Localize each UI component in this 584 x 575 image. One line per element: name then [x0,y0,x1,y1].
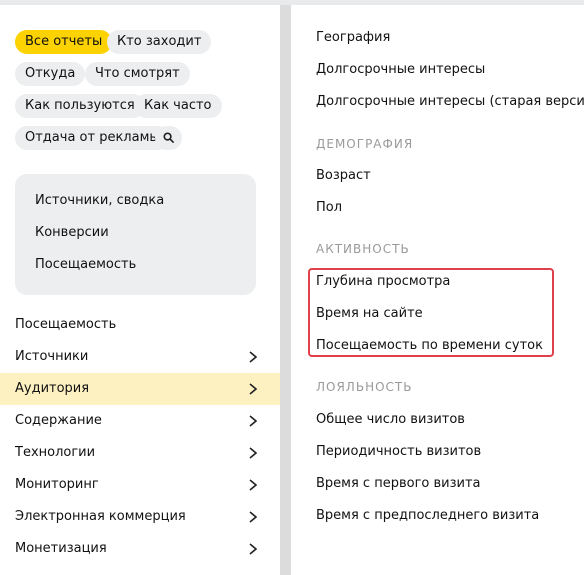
chip-from-where[interactable]: Откуда [15,62,86,86]
nav-item-label: Электронная коммерция [15,509,186,524]
nav-item-monitoring[interactable]: Мониторинг [0,469,280,501]
nav-item-label: Мониторинг [15,477,99,492]
section-heading-demography: ДЕМОГРАФИЯ [316,137,414,151]
report-link-age[interactable]: Возраст [316,168,371,183]
section-heading-activity: АКТИВНОСТЬ [316,242,410,256]
chip-who-visits[interactable]: Кто заходит [107,30,212,54]
panel-divider [280,5,291,575]
summary-item-traffic[interactable]: Посещаемость [35,257,136,272]
nav-item-label: Источники [15,349,89,364]
summary-item-conversions[interactable]: Конверсии [35,225,109,240]
chip-search-button[interactable] [155,126,182,150]
nav-item-sources[interactable]: Источники [0,341,280,373]
report-link-view-depth[interactable]: Глубина просмотра [316,274,450,289]
nav-item-label: Посещаемость [15,317,117,332]
chevron-right-icon [249,511,258,523]
nav-item-audience[interactable]: Аудитория [0,373,280,405]
reports-sidebar: Все отчеты Кто заходит Откуда Что смотря… [0,5,280,575]
nav-item-label: Технологии [15,445,96,460]
nav-item-traffic[interactable]: Посещаемость [0,309,280,341]
report-link-total-visits[interactable]: Общее число визитов [316,412,465,427]
chip-all-reports[interactable]: Все отчеты [15,30,113,54]
nav-item-monetization[interactable]: Монетизация [0,533,280,565]
nav-item-ecommerce[interactable]: Электронная коммерция [0,501,280,533]
nav-item-label: Аудитория [15,381,90,396]
search-icon [163,132,174,143]
chip-what-they-watch[interactable]: Что смотрят [85,62,190,86]
section-heading-loyalty: ЛОЯЛЬНОСТЬ [316,380,413,394]
chip-ad-return[interactable]: Отдача от рекламы [15,126,170,150]
nav-item-content[interactable]: Содержание [0,405,280,437]
nav-item-label: Содержание [15,413,102,428]
chevron-right-icon [249,415,258,427]
chevron-right-icon [249,351,258,363]
report-link-gender[interactable]: Пол [316,200,342,215]
nav-item-technologies[interactable]: Технологии [0,437,280,469]
chip-how-they-use[interactable]: Как пользуются [15,94,145,118]
summary-box: Источники, сводка Конверсии Посещаемость [15,174,256,295]
chevron-right-icon [249,447,258,459]
chip-how-often[interactable]: Как часто [134,94,222,118]
chevron-right-icon [249,479,258,491]
report-link-long-term-interests-old[interactable]: Долгосрочные интересы (старая версия) [316,94,584,109]
report-link-time-since-first-visit[interactable]: Время с первого визита [316,476,481,491]
report-link-visit-periodicity[interactable]: Периодичность визитов [316,444,481,459]
report-link-long-term-interests[interactable]: Долгосрочные интересы [316,62,485,77]
audience-reports-panel: География Долгосрочные интересы Долгосро… [291,5,584,575]
chevron-right-icon [249,543,258,555]
summary-item-sources[interactable]: Источники, сводка [35,193,164,208]
report-link-time-on-site[interactable]: Время на сайте [316,306,423,321]
nav-item-label: Монетизация [15,541,107,556]
chevron-right-icon [249,383,258,395]
report-link-traffic-by-time-of-day[interactable]: Посещаемость по времени суток [316,338,543,353]
report-link-geography[interactable]: География [316,30,390,45]
report-link-time-since-previous-visit[interactable]: Время с предпоследнего визита [316,508,539,523]
